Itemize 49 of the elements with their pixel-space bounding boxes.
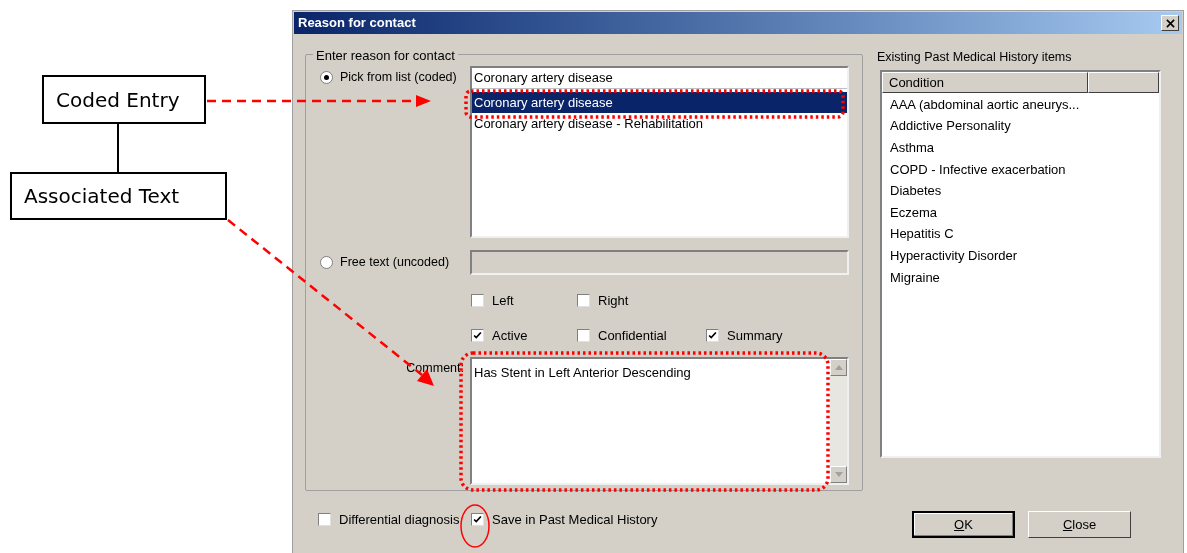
comment-text: Has Stent in Left Anterior Descending — [474, 365, 691, 380]
checkbox-label: Differential diagnosis — [339, 511, 460, 529]
callout-label: Associated Text — [10, 172, 227, 220]
checkbox-label: Left — [492, 292, 514, 310]
checkbox[interactable] — [471, 294, 484, 308]
list-item[interactable]: Migraine — [882, 266, 1159, 289]
search-field[interactable]: Coronary artery disease — [472, 68, 847, 89]
radio-button[interactable] — [320, 70, 333, 84]
list-item[interactable]: Hepatitis C — [882, 223, 1159, 245]
dialog-button[interactable]: Close — [1028, 510, 1131, 538]
checkbox[interactable] — [318, 513, 331, 527]
checkbox[interactable] — [471, 328, 484, 342]
scroll-up-icon[interactable] — [830, 359, 847, 376]
column-header[interactable] — [1088, 71, 1159, 93]
highlight-circle — [460, 504, 490, 548]
list-item[interactable]: COPD - Infective exacerbation — [882, 158, 1159, 181]
close-icon — [1165, 18, 1175, 28]
panel-title: Existing Past Medical History items — [877, 49, 1073, 66]
list-item[interactable]: Asthma — [882, 136, 1159, 159]
window-title: Reason for contact — [298, 14, 416, 33]
scrollbar[interactable] — [830, 359, 847, 483]
radio-label: Free text (uncoded) — [340, 254, 450, 272]
list-item[interactable]: Diabetes — [882, 180, 1159, 202]
list-item[interactable]: Coronary artery disease - Rehabilitation — [472, 113, 847, 134]
radio-button[interactable] — [320, 256, 333, 269]
scroll-down-icon[interactable] — [830, 466, 847, 483]
list-item[interactable]: Coronary artery disease — [472, 92, 847, 113]
checkbox[interactable] — [471, 513, 484, 527]
callout-label: Coded Entry — [42, 75, 206, 124]
list-item[interactable]: Eczema — [882, 201, 1159, 224]
list-item[interactable]: Addictive Personality — [882, 115, 1159, 137]
close-button[interactable] — [1161, 15, 1179, 31]
checkbox-label: Confidential — [598, 326, 667, 345]
comment-label: Comment: — [406, 360, 464, 375]
radio-label: Pick from list (coded) — [340, 68, 457, 86]
list-item[interactable]: Hyperactivity Disorder — [882, 244, 1159, 267]
checkbox-label: Save in Past Medical History — [492, 511, 658, 529]
connector-line — [117, 123, 119, 173]
checkbox-label: Summary — [727, 326, 783, 345]
dialog-button[interactable]: OK — [912, 510, 1015, 538]
column-header[interactable]: Condition — [882, 71, 1088, 93]
coded-entry-list[interactable]: Coronary artery disease Coronary artery disease Coronary artery disease - Rehabilitation — [470, 66, 849, 238]
list-item[interactable]: AAA (abdominal aortic aneurys... — [882, 93, 1159, 116]
checkbox[interactable] — [577, 328, 590, 342]
comment-field[interactable]: Has Stent in Left Anterior Descending — [470, 357, 849, 485]
checkbox[interactable] — [706, 328, 719, 342]
checkbox[interactable] — [577, 294, 590, 308]
checkbox-label: Right — [598, 292, 629, 310]
checkbox-label: Active — [492, 326, 528, 345]
